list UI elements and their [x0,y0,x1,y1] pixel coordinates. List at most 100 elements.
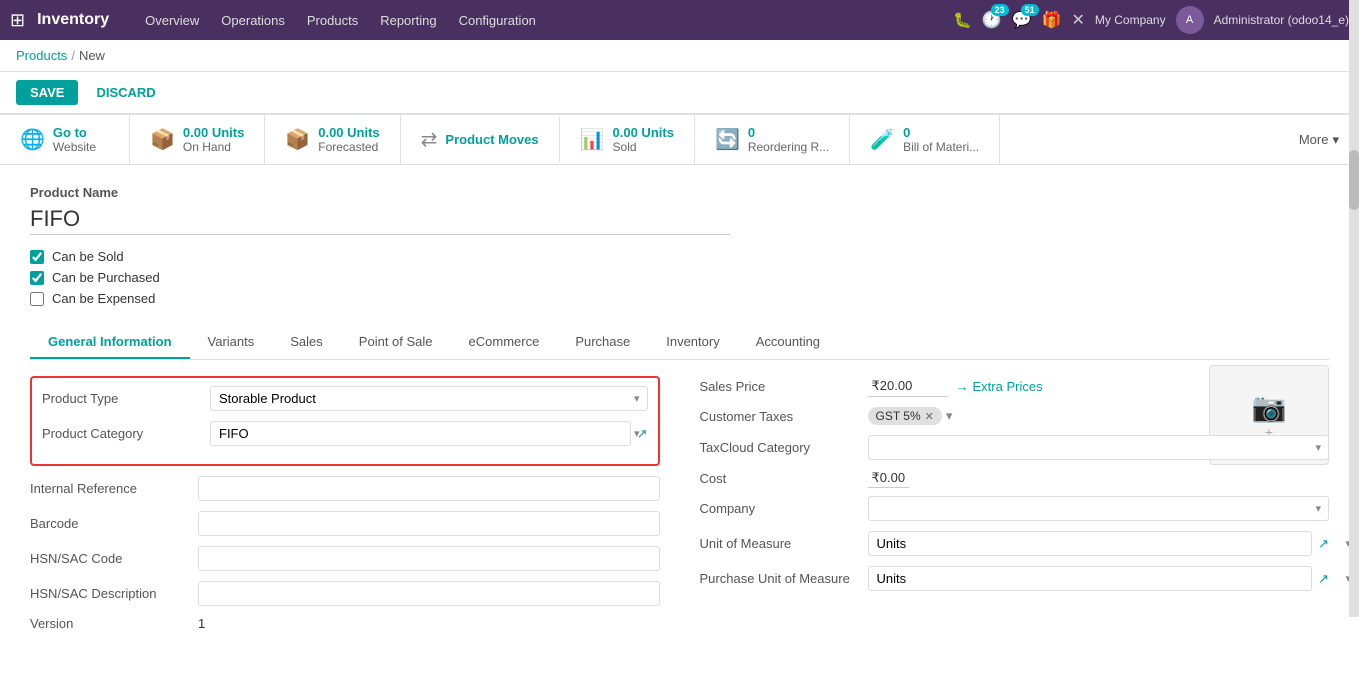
more-stats-button[interactable]: More ▾ [1279,122,1359,158]
nav-products[interactable]: Products [297,9,368,32]
can-be-sold-checkbox[interactable]: Can be Sold [30,249,1329,264]
stat-forecasted[interactable]: 📦 0.00 Units Forecasted [265,115,400,164]
cost-row: Cost ₹0.00 [700,470,1330,486]
bug-icon[interactable]: 🐛 [953,11,972,29]
nav-operations[interactable]: Operations [211,9,295,32]
apps-icon[interactable]: ⊞ [10,10,25,31]
tab-point-of-sale[interactable]: Point of Sale [341,326,451,359]
stat-sold[interactable]: 📊 0.00 Units Sold [560,115,695,164]
extra-prices-link[interactable]: → Extra Prices [956,379,1043,394]
product-name-label: Product Name [30,185,1329,200]
stat-goto-website[interactable]: 🌐 Go to Website [0,115,130,164]
breadcrumb-parent[interactable]: Products [16,48,67,63]
hsn-code-input[interactable] [198,546,660,571]
reorder-icon: 🔄 [715,127,740,152]
taxcloud-category-select[interactable] [868,435,1330,460]
form-fields: Product Type Storable Product Consumable… [30,360,1329,657]
company-select[interactable] [868,496,1330,521]
gst-tax-badge: GST 5% ✕ [868,407,942,425]
uom-select[interactable]: Units [868,531,1313,556]
company-row: Company ▾ [700,496,1330,521]
can-be-purchased-checkbox[interactable]: Can be Purchased [30,270,1329,285]
breadcrumb-current: New [79,48,105,63]
app-title: Inventory [37,11,109,29]
stat-on-hand-value: 0.00 Units [183,125,244,140]
nav-overview[interactable]: Overview [135,9,209,32]
internal-reference-row: Internal Reference [30,476,660,501]
gift-icon[interactable]: 🎁 [1042,10,1062,30]
discard-button[interactable]: DISCARD [86,80,165,105]
cost-value[interactable]: ₹0.00 [868,468,910,488]
on-hand-icon: 📦 [150,127,175,152]
sales-price-value[interactable]: ₹20.00 [868,376,948,397]
product-category-row: Product Category FIFO All FEFO ▾ ↗ [42,421,648,446]
chat-badge: 51 [1021,4,1039,16]
barcode-input[interactable] [198,511,660,536]
purchase-uom-select[interactable]: Units [868,566,1313,591]
internal-reference-input[interactable] [198,476,660,501]
clock-icon[interactable]: 🕐 23 [982,10,1002,30]
tab-sales[interactable]: Sales [272,326,341,359]
product-name-input[interactable] [30,204,730,235]
barcode-row: Barcode [30,511,660,536]
tab-accounting[interactable]: Accounting [738,326,838,359]
tab-general-information[interactable]: General Information [30,326,190,359]
barcode-label: Barcode [30,516,190,531]
tab-purchase[interactable]: Purchase [557,326,648,359]
company-label: Company [700,501,860,516]
avatar[interactable]: A [1176,6,1204,34]
action-bar: SAVE DISCARD [0,72,1359,114]
stat-sold-label: Sold [613,140,674,154]
nav-configuration[interactable]: Configuration [449,9,546,32]
stat-forecasted-label: Forecasted [318,140,379,154]
scrollbar-thumb[interactable] [1349,150,1359,210]
bom-icon: 🧪 [870,127,895,152]
uom-external-link[interactable]: ↗ [1318,536,1329,552]
tab-variants[interactable]: Variants [190,326,273,359]
close-icon[interactable]: ✕ [1072,10,1085,30]
stat-sold-value: 0.00 Units [613,125,674,140]
moves-icon: ⇄ [421,127,438,152]
product-type-label: Product Type [42,391,202,406]
stats-bar: 🌐 Go to Website 📦 0.00 Units On Hand 📦 0… [0,114,1359,165]
stat-reordering[interactable]: 🔄 0 Reordering R... [695,115,850,164]
checkboxes: Can be Sold Can be Purchased Can be Expe… [30,249,1329,306]
can-be-expensed-checkbox[interactable]: Can be Expensed [30,291,1329,306]
stat-goto-value: Go to [53,125,96,140]
product-category-label: Product Category [42,426,202,441]
scrollbar[interactable] [1349,0,1359,617]
chevron-down-icon: ▾ [1332,132,1339,148]
version-row: Version 1 [30,616,660,631]
nav-right: 🐛 🕐 23 💬 51 🎁 ✕ My Company A Administrat… [953,6,1349,34]
hsn-desc-input[interactable] [198,581,660,606]
breadcrumb: Products / New [0,40,1359,72]
stat-on-hand[interactable]: 📦 0.00 Units On Hand [130,115,265,164]
purchase-uom-row: Purchase Unit of Measure Units ▾ ↗ [700,566,1330,591]
purchase-uom-external-link[interactable]: ↗ [1318,571,1329,587]
purchase-uom-label: Purchase Unit of Measure [700,571,860,586]
form-left-column: Product Type Storable Product Consumable… [30,376,660,641]
stat-goto-label: Website [53,140,96,154]
stat-product-moves[interactable]: ⇄ Product Moves [401,117,560,162]
stat-bom-value: 0 [903,125,979,140]
tab-inventory[interactable]: Inventory [648,326,737,359]
tab-ecommerce[interactable]: eCommerce [451,326,558,359]
product-category-value: FIFO All FEFO ▾ ↗ [210,421,648,446]
stat-reordering-label: Reordering R... [748,140,829,154]
product-type-value: Storable Product Consumable Service ▾ [210,386,648,411]
arrow-right-icon: → [956,379,969,394]
sold-icon: 📊 [580,127,605,152]
globe-icon: 🌐 [20,127,45,152]
stat-bom[interactable]: 🧪 0 Bill of Materi... [850,115,1000,164]
version-value: 1 [198,616,205,631]
hsn-desc-row: HSN/SAC Description [30,581,660,606]
customer-taxes-dropdown-arrow[interactable]: ▾ [946,408,953,424]
product-category-external-link[interactable]: ↗ [637,426,648,442]
product-type-select[interactable]: Storable Product Consumable Service [210,386,648,411]
camera-icon: 📷 [1252,391,1287,424]
product-category-select[interactable]: FIFO All FEFO [210,421,631,446]
nav-reporting[interactable]: Reporting [370,9,446,32]
save-button[interactable]: SAVE [16,80,78,105]
chat-icon[interactable]: 💬 51 [1012,10,1032,30]
remove-tax-button[interactable]: ✕ [925,410,934,423]
